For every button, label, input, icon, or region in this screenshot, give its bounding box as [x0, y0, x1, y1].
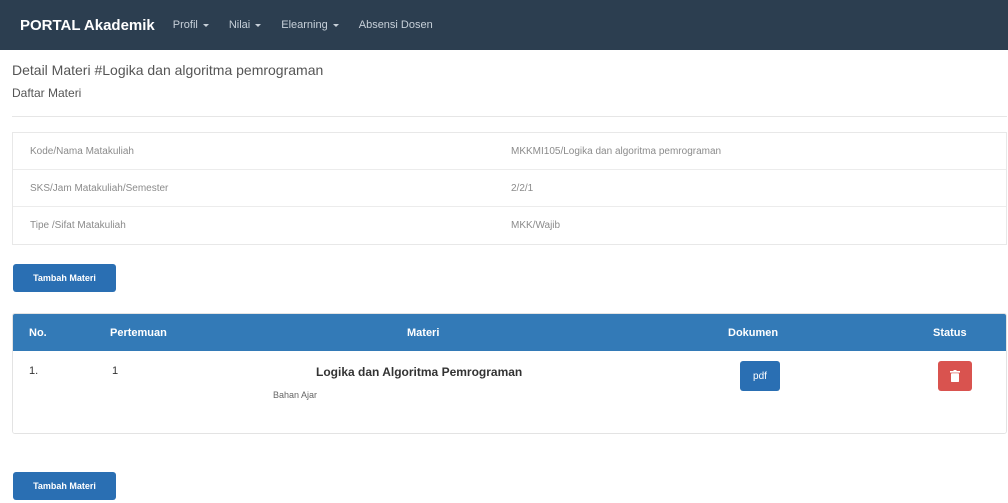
cell-materi-subtitle: Bahan Ajar — [273, 390, 318, 400]
nav-item-absensi-dosen[interactable]: Absensi Dosen — [359, 19, 433, 31]
nav-item-elearning-label: Elearning — [281, 19, 328, 31]
nav-item-nilai[interactable]: Nilai — [228, 19, 262, 31]
add-materi-button-bottom[interactable]: Tambah Materi — [13, 472, 116, 500]
brand-part2[interactable]: Akademik — [84, 17, 155, 34]
nav-item-profil-label: Profil — [172, 19, 198, 31]
header-pertemuan: Pertemuan — [110, 326, 167, 339]
header-no: No. — [29, 326, 47, 339]
info-value: MKKMI105/Logika dan algoritma pemrograma… — [511, 145, 722, 157]
trash-icon — [950, 370, 960, 382]
nav-menu: Profil Nilai Elearning Absensi Dosen — [173, 19, 453, 31]
info-value: 2/2/1 — [511, 182, 534, 194]
info-key: SKS/Jam Matakuliah/Semester — [30, 182, 169, 194]
divider — [12, 116, 1007, 117]
caret-down-icon — [202, 23, 209, 27]
info-value: MKK/Wajib — [511, 220, 561, 231]
add-materi-button[interactable]: Tambah Materi — [13, 264, 116, 292]
navbar: PORTAL Akademik Profil Nilai Elearning A… — [0, 0, 1008, 50]
course-info-table: Kode/Nama Matakuliah MKKMI105/Logika dan… — [12, 132, 1007, 245]
caret-down-icon — [332, 23, 339, 27]
cell-materi-title: Logika dan Algoritma Pemrograman — [316, 365, 523, 379]
header-dokumen: Dokumen — [728, 326, 779, 339]
info-row: Kode/Nama Matakuliah MKKMI105/Logika dan… — [13, 133, 1006, 170]
materi-table: No. Pertemuan Materi Dokumen Status 1. 1… — [12, 313, 1007, 434]
info-key: Kode/Nama Matakuliah — [30, 145, 134, 157]
brand-part1[interactable]: PORTAL — [20, 17, 80, 34]
info-row: Tipe /Sifat Matakuliah MKK/Wajib — [13, 207, 1006, 244]
nav-item-absensi-dosen-label: Absensi Dosen — [358, 19, 433, 31]
caret-down-icon — [255, 23, 262, 27]
nav-item-nilai-label: Nilai — [228, 19, 251, 31]
nav-item-elearning[interactable]: Elearning — [281, 19, 339, 31]
table-row: 1. 1 Logika dan Algoritma Pemrograman Ba… — [13, 351, 1006, 433]
header-materi: Materi — [407, 326, 440, 339]
brand[interactable]: PORTAL Akademik — [20, 17, 155, 34]
page-subtitle: Daftar Materi — [12, 86, 82, 100]
table-header: No. Pertemuan Materi Dokumen Status — [13, 314, 1006, 351]
cell-no: 1. — [29, 365, 39, 377]
nav-item-profil[interactable]: Profil — [173, 19, 209, 31]
cell-pertemuan: 1 — [112, 365, 119, 377]
pdf-button[interactable]: pdf — [740, 361, 780, 391]
header-status: Status — [933, 326, 967, 339]
page-title: Detail Materi #Logika dan algoritma pemr… — [12, 62, 324, 78]
info-key: Tipe /Sifat Matakuliah — [30, 220, 126, 231]
delete-button[interactable] — [938, 361, 972, 391]
info-row: SKS/Jam Matakuliah/Semester 2/2/1 — [13, 170, 1006, 207]
